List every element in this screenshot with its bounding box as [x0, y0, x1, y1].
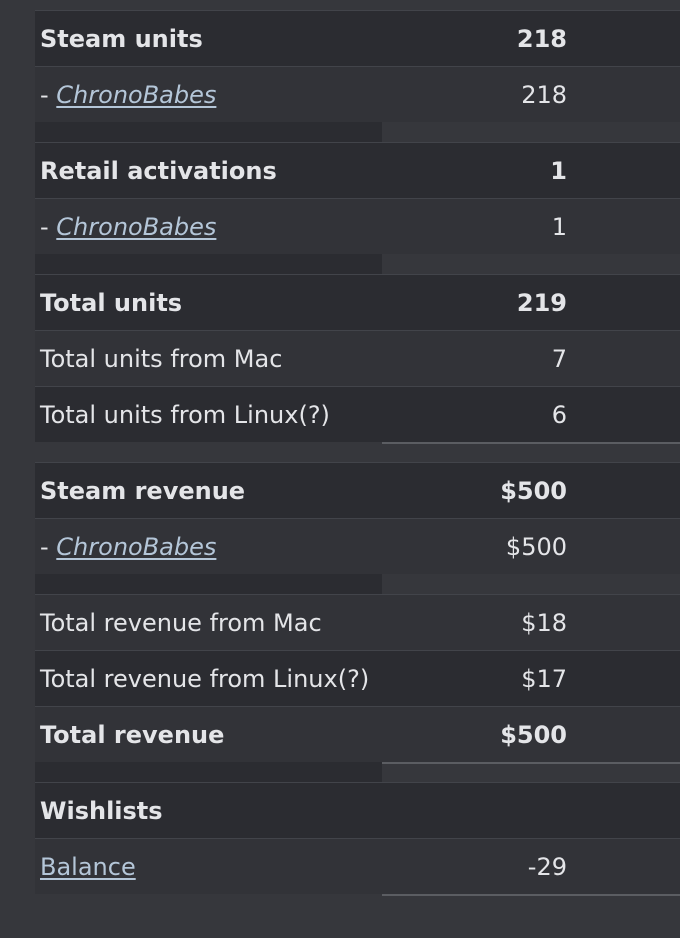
row-wishlists: Wishlists — [35, 782, 680, 838]
sales-summary-table: Steam units 218 - ChronoBabes 218 Retail… — [35, 10, 680, 914]
row-value: 1 — [550, 157, 567, 185]
row-label: Steam units — [40, 25, 203, 53]
row-total-revenue-linux: Total revenue from Linux(?) $17 — [35, 650, 680, 706]
row-retail-activations-chronobabes: - ChronoBabes 1 — [35, 198, 680, 254]
row-label: Total revenue from Mac — [40, 609, 322, 637]
row-label: - ChronoBabes — [40, 67, 216, 123]
group-separator — [35, 122, 680, 142]
row-label: Total units from Linux(?) — [40, 401, 330, 429]
row-value: -29 — [527, 853, 567, 881]
balance-link[interactable]: Balance — [40, 853, 136, 881]
row-value: $17 — [521, 665, 567, 693]
row-value: 1 — [551, 213, 567, 241]
row-total-revenue: Total revenue $500 — [35, 706, 680, 762]
row-prefix: - — [40, 533, 57, 561]
row-label: Retail activations — [40, 157, 277, 185]
row-value: $500 — [505, 533, 567, 561]
chronobabes-link[interactable]: ChronoBabes — [56, 213, 216, 241]
row-label: Total revenue — [40, 721, 225, 749]
row-value: $500 — [500, 477, 567, 505]
group-separator — [35, 762, 680, 782]
row-value: 6 — [551, 401, 567, 429]
row-prefix: - — [40, 81, 57, 109]
row-label: Total revenue from Linux(?) — [40, 665, 370, 693]
row-total-units: Total units 219 — [35, 274, 680, 330]
row-prefix: - — [40, 213, 57, 241]
row-total-revenue-mac: Total revenue from Mac $18 — [35, 594, 680, 650]
row-label: Balance — [40, 839, 136, 895]
row-steam-units: Steam units 218 — [35, 10, 680, 66]
row-retail-activations: Retail activations 1 — [35, 142, 680, 198]
chronobabes-link[interactable]: ChronoBabes — [56, 533, 216, 561]
row-value: 218 — [521, 81, 567, 109]
row-label: Total units — [40, 289, 183, 317]
row-value: 7 — [551, 345, 567, 373]
row-wishlist-balance: Balance -29 — [35, 838, 680, 894]
row-label: - ChronoBabes — [40, 199, 216, 255]
group-separator — [35, 254, 680, 274]
group-separator — [35, 442, 680, 462]
chronobabes-link[interactable]: ChronoBabes — [56, 81, 216, 109]
row-steam-units-chronobabes: - ChronoBabes 218 — [35, 66, 680, 122]
row-total-units-linux: Total units from Linux(?) 6 — [35, 386, 680, 442]
row-value: $500 — [500, 721, 567, 749]
row-label: Wishlists — [40, 797, 163, 825]
row-label: Steam revenue — [40, 477, 246, 505]
row-steam-revenue-chronobabes: - ChronoBabes $500 — [35, 518, 680, 574]
row-value: $18 — [521, 609, 567, 637]
group-separator — [35, 574, 680, 594]
group-separator — [35, 894, 680, 914]
row-total-units-mac: Total units from Mac 7 — [35, 330, 680, 386]
row-value: 219 — [516, 289, 567, 317]
row-value: 218 — [516, 25, 567, 53]
row-steam-revenue: Steam revenue $500 — [35, 462, 680, 518]
row-label: - ChronoBabes — [40, 519, 216, 575]
row-label: Total units from Mac — [40, 345, 283, 373]
